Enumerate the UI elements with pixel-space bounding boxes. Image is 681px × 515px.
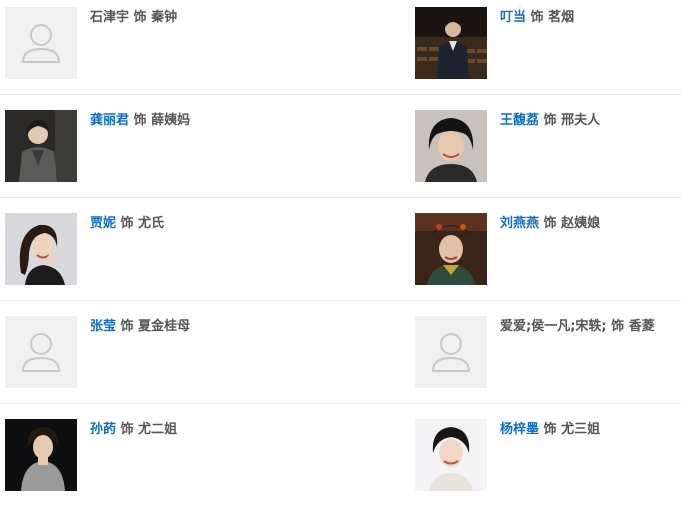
actor-photo[interactable]	[415, 419, 487, 491]
connector-text: 饰	[120, 216, 134, 231]
actor-name-link[interactable]: 王馥荔	[500, 113, 539, 128]
cast-caption: 贾妮 饰 尤氏	[90, 215, 164, 233]
role-name: 茗烟	[548, 10, 575, 25]
cast-caption: 龚丽君 饰 薛姨妈	[90, 112, 190, 130]
cast-item: 孙菂 饰 尤二姐	[5, 419, 275, 494]
role-name: 尤三姐	[561, 422, 601, 437]
cast-item: 贾妮 饰 尤氏	[5, 213, 275, 288]
cast-caption: 杨梓墨 饰 尤三姐	[500, 421, 600, 439]
cast-caption: 爱爱;侯一凡;宋轶; 饰 香菱	[500, 318, 655, 336]
cast-item: 刘燕燕 饰 赵姨娘	[415, 213, 681, 288]
role-name: 赵姨娘	[561, 216, 601, 231]
cast-row: 张莹 饰 夏金桂母 爱爱;侯一凡;宋轶; 饰 香菱	[0, 309, 681, 412]
role-name: 尤氏	[138, 216, 165, 231]
cast-caption: 叮当 饰 茗烟	[500, 9, 574, 27]
cast-caption: 王馥荔 饰 邢夫人	[500, 112, 600, 130]
actor-photo[interactable]	[415, 110, 487, 182]
actor-photo[interactable]	[5, 213, 77, 285]
role-name: 夏金桂母	[138, 319, 191, 334]
cast-caption: 石津宇 饰 秦钟	[90, 9, 177, 27]
connector-text: 饰	[120, 422, 134, 437]
cast-row: 孙菂 饰 尤二姐 杨梓墨 饰 尤三姐	[0, 412, 681, 515]
actor-name-link[interactable]: 贾妮	[90, 216, 116, 231]
connector-text: 饰	[530, 10, 544, 25]
cast-row: 石津宇 饰 秦钟 叮当 饰 茗烟	[0, 0, 681, 103]
cast-item: 爱爱;侯一凡;宋轶; 饰 香菱	[415, 316, 681, 391]
connector-text: 饰	[543, 216, 557, 231]
cast-caption: 孙菂 饰 尤二姐	[90, 421, 177, 439]
cast-caption: 刘燕燕 饰 赵姨娘	[500, 215, 600, 233]
cast-item: 叮当 饰 茗烟	[415, 7, 681, 82]
connector-text: 饰	[133, 10, 147, 25]
connector-text: 饰	[133, 113, 147, 128]
actor-name-link[interactable]: 刘燕燕	[500, 216, 539, 231]
actor-name-link[interactable]: 杨梓墨	[500, 422, 539, 437]
avatar-placeholder-icon[interactable]	[415, 316, 487, 388]
connector-text: 饰	[611, 319, 625, 334]
cast-list: 石津宇 饰 秦钟 叮当 饰 茗烟 龚丽君 饰 薛姨妈 王馥荔 饰 邢夫人 贾妮 …	[0, 0, 681, 503]
actor-name: 石津宇	[90, 10, 130, 25]
actor-photo[interactable]	[5, 419, 77, 491]
connector-text: 饰	[543, 113, 557, 128]
actor-photo[interactable]	[5, 110, 77, 182]
actor-name-link[interactable]: 孙菂	[90, 422, 116, 437]
cast-row: 龚丽君 饰 薛姨妈 王馥荔 饰 邢夫人	[0, 103, 681, 206]
role-name: 秦钟	[151, 10, 178, 25]
actor-photo[interactable]	[415, 7, 487, 79]
actor-name-link[interactable]: 叮当	[500, 10, 526, 25]
cast-item: 张莹 饰 夏金桂母	[5, 316, 275, 391]
role-name: 邢夫人	[561, 113, 601, 128]
actor-photo[interactable]	[415, 213, 487, 285]
actor-name-link[interactable]: 龚丽君	[90, 113, 129, 128]
role-name: 尤二姐	[138, 422, 178, 437]
connector-text: 饰	[120, 319, 134, 334]
cast-item: 石津宇 饰 秦钟	[5, 7, 275, 82]
role-name: 香菱	[628, 319, 655, 334]
role-name: 薛姨妈	[151, 113, 191, 128]
cast-item: 龚丽君 饰 薛姨妈	[5, 110, 275, 185]
cast-caption: 张莹 饰 夏金桂母	[90, 318, 190, 336]
avatar-placeholder-icon[interactable]	[5, 7, 77, 79]
cast-item: 王馥荔 饰 邢夫人	[415, 110, 681, 185]
cast-row: 贾妮 饰 尤氏 刘燕燕 饰 赵姨娘	[0, 206, 681, 309]
avatar-placeholder-icon[interactable]	[5, 316, 77, 388]
actor-name: 爱爱;侯一凡;宋轶;	[500, 319, 607, 334]
cast-item: 杨梓墨 饰 尤三姐	[415, 419, 681, 494]
connector-text: 饰	[543, 422, 557, 437]
actor-name-link[interactable]: 张莹	[90, 319, 116, 334]
